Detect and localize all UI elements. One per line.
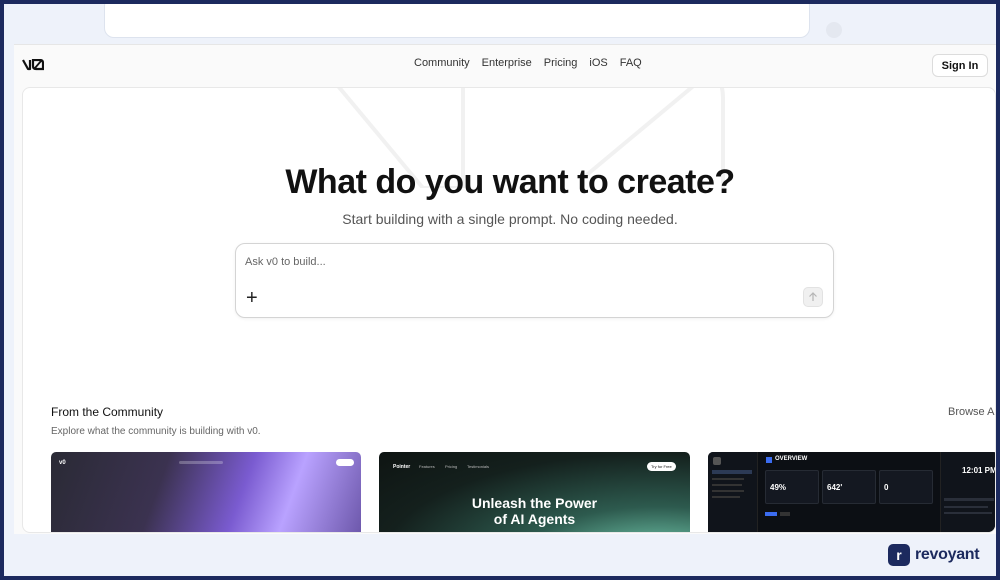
thumb-nav-bar (179, 461, 223, 464)
dash-nav-item (712, 470, 752, 474)
dash-stat-card: 642' (822, 470, 876, 504)
browser-profile-icon[interactable] (826, 22, 842, 38)
top-nav: Community Enterprise Pricing iOS FAQ Sig… (14, 45, 996, 85)
thumb-cta: Try for Free (647, 462, 676, 471)
nav-link-faq[interactable]: FAQ (620, 57, 642, 69)
community-thumb-purple[interactable]: v0 (51, 452, 361, 532)
thumb-headline-line-1: Unleash the Power (471, 495, 598, 511)
thumb-cta (336, 459, 354, 466)
thumb-headline: Unleash the Power of AI Agents (379, 495, 690, 527)
nav-link-pricing[interactable]: Pricing (544, 57, 578, 69)
screenshot-frame: Community Enterprise Pricing iOS FAQ Sig… (4, 4, 996, 576)
browse-all-link[interactable]: Browse A (948, 406, 994, 418)
dash-logo-icon (713, 457, 721, 465)
dash-nav-item (712, 496, 740, 498)
main-card: What do you want to create? Start buildi… (22, 87, 996, 533)
thumb-headline-line-2: of AI Agents (493, 511, 576, 527)
dash-nav-item (712, 478, 744, 480)
community-thumb-dashboard[interactable]: OVERVIEW 49% 642' 0 12:01 PM (708, 452, 996, 532)
browser-chrome (4, 4, 996, 44)
nav-link-community[interactable]: Community (414, 57, 470, 69)
dash-tab (765, 512, 777, 516)
send-button[interactable] (803, 287, 823, 307)
url-bar[interactable] (104, 4, 810, 38)
dash-header: OVERVIEW (775, 456, 808, 462)
nav-link-enterprise[interactable]: Enterprise (482, 57, 532, 69)
dash-stat-card: 0 (879, 470, 933, 504)
revoyant-branding: r revoyant (888, 544, 980, 566)
dash-log-line (944, 512, 992, 514)
dash-nav-item (712, 490, 744, 492)
thumb-logo: v0 (59, 460, 66, 466)
v0-logo-icon[interactable] (22, 58, 45, 76)
revoyant-wordmark: revoyant (915, 546, 980, 563)
community-thumb-ai-agents[interactable]: Pointer Features Pricing Testimonials Tr… (379, 452, 690, 532)
dash-stat-value: 0 (884, 483, 889, 492)
page: Community Enterprise Pricing iOS FAQ Sig… (14, 44, 996, 534)
revoyant-logo-icon: r (888, 544, 910, 566)
thumb-link: Features (419, 464, 435, 469)
hero-title: What do you want to create? (285, 163, 735, 201)
dash-right-panel (940, 452, 995, 532)
community-subtitle: Explore what the community is building w… (51, 426, 261, 437)
nav-links: Community Enterprise Pricing iOS FAQ (414, 57, 642, 69)
dash-tab (780, 512, 790, 516)
thumb-link: Testimonials (467, 464, 490, 469)
dash-clock: 12:01 PM (962, 466, 996, 475)
hero-subtitle: Start building with a single prompt. No … (342, 211, 678, 227)
dash-stat-value: 642' (827, 483, 843, 492)
thumb-link: Pricing (445, 464, 458, 469)
attach-plus-icon[interactable]: + (246, 288, 258, 308)
prompt-box: + (235, 243, 834, 318)
sign-in-button[interactable]: Sign In (932, 54, 988, 77)
dash-log-line (944, 506, 988, 508)
community-title: From the Community (51, 405, 164, 419)
dash-log-line (944, 498, 994, 501)
thumb-brand: Pointer (393, 464, 411, 470)
dash-stat-value: 49% (770, 483, 787, 492)
nav-link-ios[interactable]: iOS (589, 57, 607, 69)
dash-header-icon (766, 457, 772, 463)
prompt-input[interactable] (245, 252, 805, 272)
dash-nav-item (712, 484, 742, 486)
dash-stat-card: 49% (765, 470, 819, 504)
arrow-up-icon (809, 292, 817, 301)
